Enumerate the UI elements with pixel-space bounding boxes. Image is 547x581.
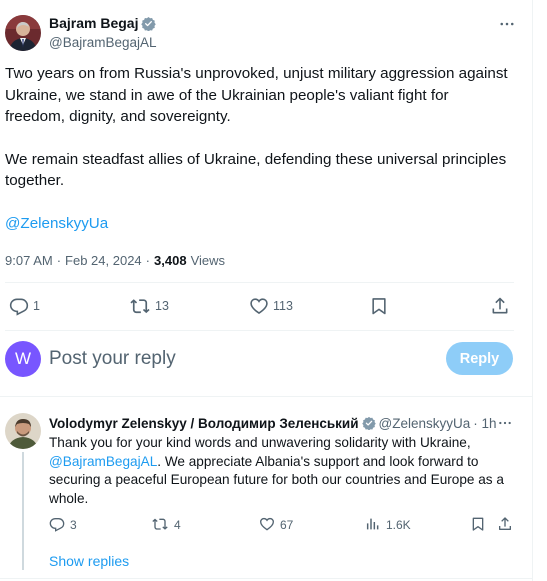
reply-author-name[interactable]: Volodymyr Zelenskyy / Володимир Зеленськ… xyxy=(49,416,359,431)
share-icon xyxy=(497,516,513,535)
reply-count: 1 xyxy=(33,299,40,313)
views-count: 3,408 xyxy=(154,252,187,268)
tweet-text: Two years on from Russia's unprovoked, u… xyxy=(5,63,510,255)
tweet-author[interactable]: Bajram Begaj @BajramBegajAL xyxy=(5,14,157,52)
tweet-date[interactable]: Feb 24, 2024 xyxy=(65,253,142,268)
reply-views-count: 1.6K xyxy=(386,518,411,532)
bookmark-icon xyxy=(369,296,389,316)
reply-views-button[interactable]: 1.6K xyxy=(365,515,411,535)
thread-line xyxy=(22,452,24,570)
divider xyxy=(5,330,514,331)
repost-button[interactable]: 13 xyxy=(129,292,169,320)
author-handle[interactable]: @BajramBegajAL xyxy=(49,33,157,52)
more-icon[interactable] xyxy=(497,14,517,34)
composer-avatar[interactable]: W xyxy=(5,341,41,377)
reply-bookmark-button[interactable] xyxy=(470,515,486,535)
reply-share-button[interactable] xyxy=(497,515,513,535)
bookmark-button[interactable] xyxy=(369,292,389,320)
views-label: Views xyxy=(190,252,226,268)
divider xyxy=(0,578,533,579)
like-icon xyxy=(259,516,275,535)
repost-icon xyxy=(129,296,151,316)
repost-count: 13 xyxy=(155,299,169,313)
author-avatar[interactable] xyxy=(5,15,41,51)
reply-age[interactable]: · 1h xyxy=(473,416,496,431)
author-name[interactable]: Bajram Begaj xyxy=(49,14,138,33)
share-icon xyxy=(490,296,510,316)
bookmark-icon xyxy=(470,516,486,535)
reply-author-avatar[interactable] xyxy=(5,413,41,449)
like-icon xyxy=(249,296,269,316)
like-button[interactable]: 113 xyxy=(249,292,293,320)
tweet-actions: 1 13 113 xyxy=(5,292,514,320)
divider xyxy=(5,282,514,283)
show-replies-link[interactable]: Show replies xyxy=(49,552,129,570)
reply-submit-button[interactable]: Reply xyxy=(446,342,513,375)
reply-like-button[interactable]: 67 xyxy=(259,515,293,535)
reply-text: Thank you for your kind words and unwave… xyxy=(49,434,517,508)
reply-like-count: 67 xyxy=(280,518,294,532)
mention-link[interactable]: @ZelenskyyUa xyxy=(5,215,108,232)
reply-author-handle[interactable]: @ZelenskyyUa xyxy=(379,416,471,431)
meta-separator: · xyxy=(145,252,151,268)
reply-input[interactable]: Post your reply xyxy=(49,346,349,372)
repost-icon xyxy=(151,516,169,535)
reply-icon xyxy=(9,296,29,316)
reply-text-start: Thank you for your kind words and unwave… xyxy=(49,435,471,450)
meta-separator: · xyxy=(56,252,62,268)
tweet-time[interactable]: 9:07 AM xyxy=(5,253,53,268)
reply-header: Volodymyr Zelenskyy / Володимир Зеленськ… xyxy=(49,414,497,432)
tweet-meta: 9:07 AM · Feb 24, 2024 · 3,408 Views xyxy=(5,251,225,269)
reply-repost-count: 4 xyxy=(174,518,181,532)
tweet-paragraph-2: We remain steadfast allies of Ukraine, d… xyxy=(5,150,507,190)
reply-repost-button[interactable]: 4 xyxy=(151,515,181,535)
reply-icon xyxy=(49,516,65,535)
reply-button[interactable]: 1 xyxy=(9,292,40,320)
reply-mention-link[interactable]: @BajramBegajAL xyxy=(49,454,157,469)
tweet-paragraph-1: Two years on from Russia's unprovoked, u… xyxy=(5,65,508,125)
reply-reply-count: 3 xyxy=(70,518,77,532)
verified-badge-icon[interactable] xyxy=(361,416,376,430)
verified-badge-icon[interactable] xyxy=(141,16,157,31)
reply-actions: 3 4 67 1.6K xyxy=(49,515,517,535)
views-icon xyxy=(365,516,381,535)
more-icon[interactable] xyxy=(496,414,514,432)
like-count: 113 xyxy=(273,299,293,313)
share-button[interactable] xyxy=(490,292,510,320)
divider xyxy=(0,396,533,397)
timeline-border xyxy=(532,0,533,581)
reply-reply-button[interactable]: 3 xyxy=(49,515,77,535)
